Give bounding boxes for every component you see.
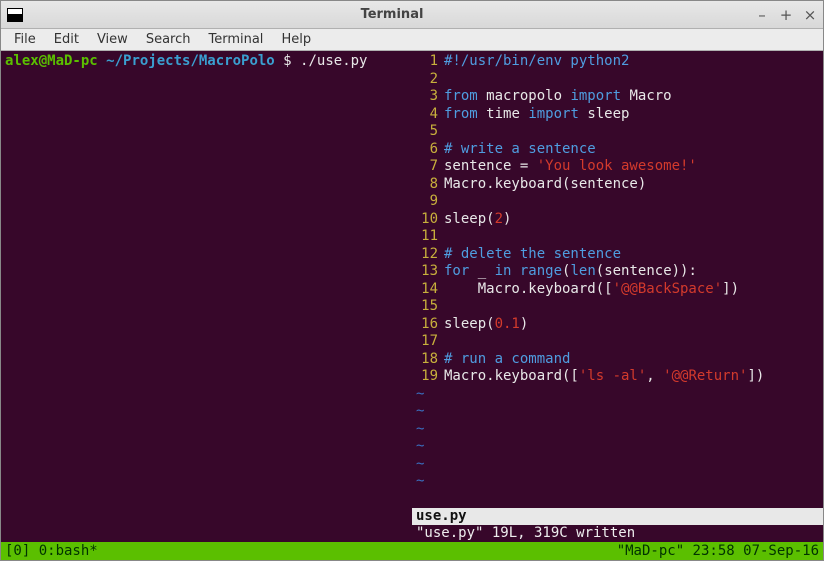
vim-filename-bar: use.py [412,508,823,525]
window-title: Terminal [29,7,755,22]
code-line: 18# run a command [412,351,823,369]
line-number: 7 [412,158,444,176]
line-number: 10 [412,211,444,229]
close-button[interactable]: × [803,8,817,22]
line-number: 9 [412,193,444,211]
empty-line-tilde: ~ [412,456,823,474]
window-controls: – + × [755,8,817,22]
window-titlebar: Terminal – + × [1,1,823,29]
terminal-area[interactable]: alex@MaD-pc ~/Projects/MacroPolo $ ./use… [1,51,823,542]
maximize-button[interactable]: + [779,8,793,22]
line-number: 18 [412,351,444,369]
terminal-icon [7,8,23,22]
line-number: 19 [412,368,444,386]
menu-item-file[interactable]: File [7,30,43,49]
code-content: # delete the sentence [444,246,621,264]
code-line: 12# delete the sentence [412,246,823,264]
line-number: 14 [412,281,444,299]
tmux-left: [0] 0:bash* [5,543,98,559]
code-line: 10sleep(2) [412,211,823,229]
code-content: Macro.keyboard(['ls -al', '@@Return']) [444,368,764,386]
empty-line-tilde: ~ [412,421,823,439]
line-number: 2 [412,71,444,89]
menubar: FileEditViewSearchTerminalHelp [1,29,823,51]
code-line: 13for _ in range(len(sentence)): [412,263,823,281]
right-editor-pane[interactable]: 1#!/usr/bin/env python223from macropolo … [411,51,823,542]
menu-item-help[interactable]: Help [274,30,318,49]
code-line: 6# write a sentence [412,141,823,159]
line-number: 13 [412,263,444,281]
code-content: sleep(2) [444,211,511,229]
line-number: 5 [412,123,444,141]
code-area[interactable]: 1#!/usr/bin/env python223from macropolo … [412,53,823,508]
line-number: 6 [412,141,444,159]
empty-line-tilde: ~ [412,403,823,421]
code-line: 19Macro.keyboard(['ls -al', '@@Return']) [412,368,823,386]
line-number: 4 [412,106,444,124]
line-number: 15 [412,298,444,316]
line-number: 12 [412,246,444,264]
menu-item-view[interactable]: View [90,30,135,49]
tmux-status-bar: [0] 0:bash* "MaD-pc" 23:58 07-Sep-16 [1,542,823,560]
prompt-symbol: $ [283,53,291,69]
code-line: 14 Macro.keyboard(['@@BackSpace']) [412,281,823,299]
code-content: Macro.keyboard(['@@BackSpace']) [444,281,739,299]
empty-line-tilde: ~ [412,386,823,404]
menu-item-edit[interactable]: Edit [47,30,86,49]
prompt-path: ~/Projects/MacroPolo [106,53,275,69]
code-line: 9 [412,193,823,211]
code-line: 7sentence = 'You look awesome!' [412,158,823,176]
code-line: 5 [412,123,823,141]
code-content: for _ in range(len(sentence)): [444,263,697,281]
vim-status-bar: "use.py" 19L, 319C written [412,525,823,542]
code-line: 2 [412,71,823,89]
left-shell-pane[interactable]: alex@MaD-pc ~/Projects/MacroPolo $ ./use… [1,51,411,542]
code-line: 4from time import sleep [412,106,823,124]
menu-item-terminal[interactable]: Terminal [201,30,270,49]
code-line: 17 [412,333,823,351]
code-content: from time import sleep [444,106,629,124]
code-content: #!/usr/bin/env python2 [444,53,629,71]
code-line: 3from macropolo import Macro [412,88,823,106]
line-number: 8 [412,176,444,194]
minimize-button[interactable]: – [755,8,769,22]
code-line: 15 [412,298,823,316]
code-line: 11 [412,228,823,246]
code-line: 8Macro.keyboard(sentence) [412,176,823,194]
menu-item-search[interactable]: Search [139,30,198,49]
prompt-command: ./use.py [300,53,367,69]
code-line: 16sleep(0.1) [412,316,823,334]
code-content: sentence = 'You look awesome!' [444,158,697,176]
code-content: Macro.keyboard(sentence) [444,176,646,194]
tmux-right: "MaD-pc" 23:58 07-Sep-16 [617,543,819,559]
line-number: 3 [412,88,444,106]
prompt-user: alex@MaD-pc [5,53,98,69]
code-content: # write a sentence [444,141,596,159]
empty-line-tilde: ~ [412,438,823,456]
line-number: 11 [412,228,444,246]
line-number: 1 [412,53,444,71]
code-content: sleep(0.1) [444,316,528,334]
code-line: 1#!/usr/bin/env python2 [412,53,823,71]
code-content: # run a command [444,351,570,369]
code-content: from macropolo import Macro [444,88,672,106]
line-number: 16 [412,316,444,334]
line-number: 17 [412,333,444,351]
empty-line-tilde: ~ [412,473,823,491]
